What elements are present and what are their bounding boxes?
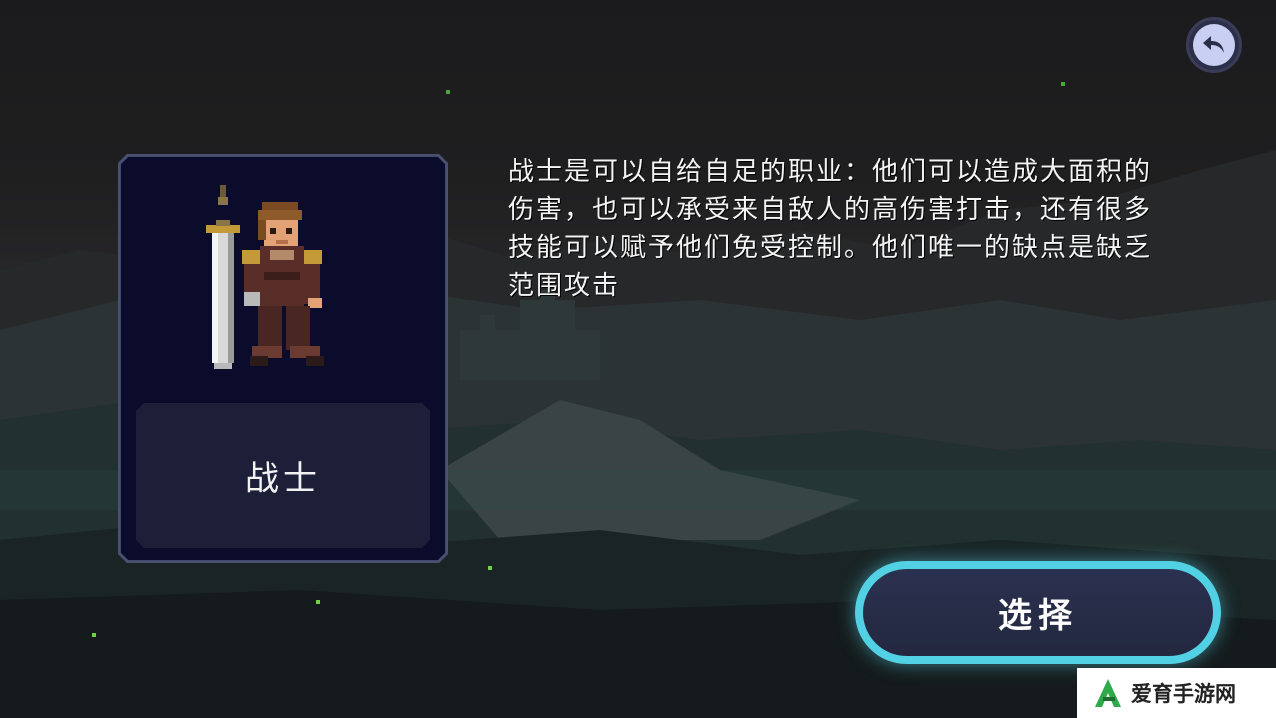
back-button-face [1193, 24, 1235, 66]
class-name: 战士 [245, 459, 321, 499]
select-button[interactable]: 选择 [855, 561, 1221, 664]
class-name-plate: 战士 [136, 403, 430, 548]
class-description: 战士是可以自给自足的职业：他们可以造成大面积的伤害，也可以承受来自敌人的高伤害打… [508, 157, 1153, 301]
watermark-logo-icon [1095, 679, 1121, 707]
select-button-face: 选择 [863, 569, 1213, 656]
watermark: 爱育手游网 [1077, 668, 1276, 718]
watermark-text: 爱育手游网 [1131, 682, 1236, 706]
back-button[interactable] [1186, 17, 1242, 73]
game-screen: 战士 战士是可以自给自足的职业：他们可以造成大面积的伤害，也可以承受来自敌人的高… [0, 0, 1276, 718]
warrior-portrait [206, 185, 324, 369]
back-arrow-icon [1203, 36, 1224, 53]
select-button-label: 选择 [998, 596, 1078, 636]
